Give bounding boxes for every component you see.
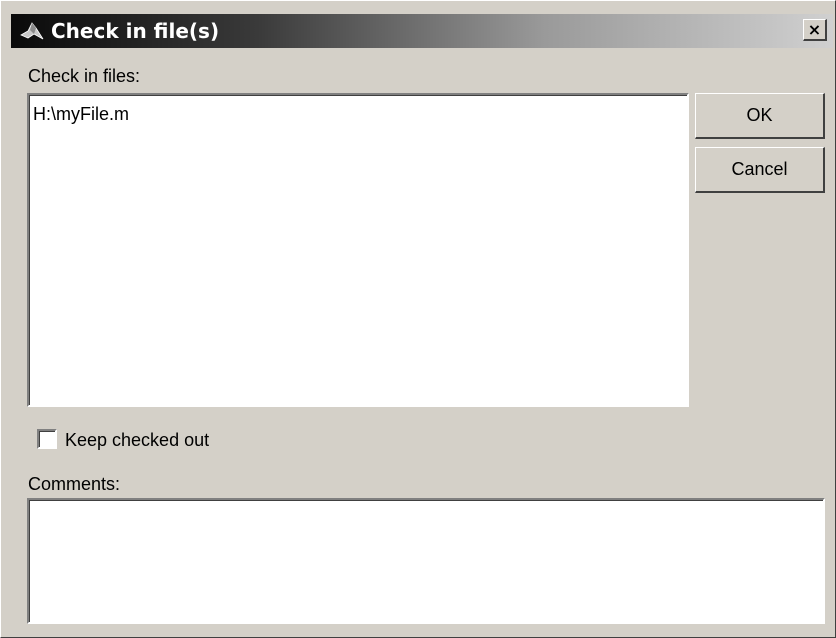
close-button[interactable]: ×: [803, 19, 827, 41]
comments-label: Comments:: [28, 474, 121, 494]
check-in-files-label: Check in files:: [28, 66, 141, 86]
matlab-logo-icon: [19, 19, 45, 43]
ok-button[interactable]: OK: [695, 93, 825, 139]
dialog-title: Check in file(s): [51, 19, 220, 43]
title-bar[interactable]: Check in file(s) ×: [11, 14, 833, 48]
cancel-button-label: Cancel: [731, 159, 788, 179]
file-list-item[interactable]: H:\myFile.m: [33, 103, 129, 125]
ok-button-label: OK: [746, 105, 773, 125]
keep-checked-out-label[interactable]: Keep checked out: [65, 429, 209, 451]
keep-checked-out-checkbox[interactable]: [37, 429, 57, 449]
cancel-button[interactable]: Cancel: [695, 147, 825, 193]
file-list[interactable]: H:\myFile.m: [27, 93, 689, 407]
check-in-dialog: Check in file(s) × Check in files: H:\my…: [0, 0, 836, 638]
close-icon: ×: [807, 19, 822, 39]
comments-textarea[interactable]: [27, 498, 825, 624]
